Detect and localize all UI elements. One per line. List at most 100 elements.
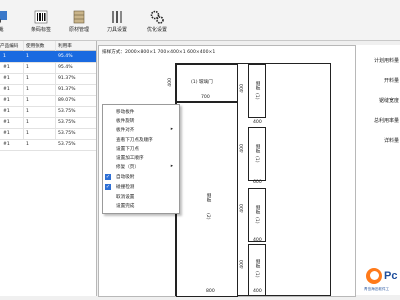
- cut-label: 裁: [0, 27, 4, 33]
- table-row[interactable]: #1 1 53.75%: [0, 139, 96, 151]
- dimension-label: 400: [253, 120, 262, 125]
- dimension-label: 400: [168, 78, 173, 87]
- row-code: #1: [3, 142, 10, 147]
- row-count: 1: [26, 87, 29, 92]
- submenu-arrow-icon: ▸: [170, 127, 173, 132]
- menu-item-auto-snap[interactable]: ✓ 自动吸附: [103, 172, 179, 182]
- menu-item-repair-page[interactable]: 修复（页） ▸: [103, 162, 179, 172]
- layout-scheme-text: 排样方式：2000×800×1 700×400×1 600×400×1: [102, 50, 216, 55]
- row-rate: 53.75%: [58, 131, 76, 136]
- barcode-icon: [34, 10, 48, 24]
- scissors-icon: [0, 11, 7, 24]
- row-code: #1: [3, 131, 10, 136]
- row-rate: 53.75%: [58, 109, 76, 114]
- row-code: #1: [3, 98, 10, 103]
- dimension-label: 800: [206, 289, 215, 294]
- cut-material-label: 开料量: [383, 78, 399, 84]
- piece-number: (1): [254, 271, 259, 278]
- row-count: 1: [26, 142, 29, 147]
- piece-small[interactable]: 侧板 (1): [248, 188, 266, 242]
- barcode-label-text: 条码标签: [30, 27, 51, 33]
- menu-item-label: 查看下刀点及顺序: [116, 138, 153, 143]
- menu-item-label: 碰撞检测: [116, 185, 135, 190]
- menu-item-label: 设置加工顺序: [116, 156, 144, 161]
- row-code: 1: [3, 54, 6, 59]
- cut-button[interactable]: 裁: [0, 10, 18, 36]
- piece-number: (1): [254, 156, 259, 163]
- tool-settings-label: 刀具设置: [106, 27, 127, 33]
- logo-mark-inner: [370, 271, 379, 280]
- total-utilization-label: 总利用率量: [373, 118, 399, 124]
- row-code: #1: [3, 76, 10, 81]
- logo-subtitle: 青岛海迅软件工: [364, 287, 390, 291]
- row-rate: 95.4%: [58, 54, 73, 59]
- piece-label: 侧板: [255, 259, 260, 269]
- menu-item-label: 板件旋转: [116, 119, 135, 124]
- barcode-label-button[interactable]: 条码标签: [24, 10, 58, 36]
- row-rate: 95.4%: [58, 65, 73, 70]
- dimension-label: 400: [240, 144, 245, 153]
- gears-icon: [150, 10, 164, 24]
- piece-number: (1): [254, 217, 259, 224]
- piece-label: 侧板: [255, 81, 260, 91]
- submenu-arrow-icon: ▸: [170, 164, 173, 169]
- row-count: 1: [26, 131, 29, 136]
- menu-item-align-piece[interactable]: 板件对齐 ▸: [103, 125, 179, 135]
- dimension-label: 400: [240, 260, 245, 269]
- logo-brand-text: Pc: [384, 270, 398, 282]
- row-code: #1: [3, 65, 10, 70]
- piece-label: (1) 玻璃门: [191, 80, 213, 85]
- piece-label: 侧板: [255, 144, 260, 154]
- row-count: 1: [26, 120, 29, 125]
- piece-label: 侧板: [255, 205, 260, 215]
- row-rate: 53.75%: [58, 142, 76, 147]
- table-header: 产品编码 使用张数 利用率: [0, 41, 96, 51]
- row-count: 1: [26, 109, 29, 114]
- header-rate[interactable]: 利用率: [58, 43, 72, 49]
- checkmark-icon: ✓: [105, 174, 111, 180]
- menu-item-label: 设置完成: [116, 204, 135, 209]
- company-logo: Pc 青岛海迅软件工: [362, 268, 400, 298]
- dimension-label: 700: [201, 95, 210, 100]
- piece-small[interactable]: 侧板 (1): [248, 64, 266, 118]
- drill-bits-icon: [112, 11, 122, 23]
- row-rate: 91.37%: [58, 76, 76, 81]
- piece-number: (2): [205, 213, 210, 220]
- dimension-label: 600: [253, 180, 262, 185]
- dimension-label: 400: [253, 289, 262, 294]
- statistics-panel: 计划用料量 开料量 锯缝宽度 总利用率量 详料量: [355, 45, 400, 295]
- row-count: 1: [26, 76, 29, 81]
- optimize-settings-button[interactable]: 优化设置: [140, 10, 174, 36]
- header-code[interactable]: 产品编码: [0, 43, 18, 49]
- row-rate: 91.37%: [58, 87, 76, 92]
- menu-item-finish-settings[interactable]: 设置完成: [103, 201, 179, 211]
- material-stack-icon: [73, 10, 85, 24]
- tool-settings-button[interactable]: 刀具设置: [100, 10, 134, 36]
- context-menu: 移动板件 板件旋转 板件对齐 ▸ 查看下刀点及顺序 设置下刀点 设置加工顺序 修…: [102, 104, 180, 214]
- piece-label: 侧板: [206, 193, 211, 203]
- piece-side-panel[interactable]: 侧板 (2): [176, 102, 238, 297]
- detail-material-label: 详料量: [383, 138, 399, 144]
- row-rate: 53.75%: [58, 120, 76, 125]
- sheet-board[interactable]: (1) 玻璃门 侧板 (2) 侧板 (1) 侧板 (1) 侧板 (1) 侧板 (…: [168, 63, 331, 297]
- dimension-label: 400: [253, 238, 262, 243]
- menu-item-label: 设置下刀点: [116, 147, 139, 152]
- dimension-label: 400: [240, 84, 245, 93]
- planned-material-label: 计划用料量: [373, 58, 399, 64]
- row-code: #1: [3, 87, 10, 92]
- menu-item-collision-check[interactable]: ✓ 碰撞检测: [103, 182, 179, 192]
- material-management-button[interactable]: 原材管理: [62, 10, 96, 36]
- row-count: 1: [26, 65, 29, 70]
- piece-small[interactable]: 侧板 (1): [248, 127, 266, 181]
- menu-item-label: 自动吸附: [116, 175, 135, 180]
- piece-number: (1): [254, 93, 259, 100]
- menu-item-label: 修复（页）: [116, 165, 139, 170]
- row-code: #1: [3, 120, 10, 125]
- toolbar: 裁 条码标签 原材管理 刀具设置 优化设置: [0, 0, 400, 41]
- menu-item-label: 板件对齐: [116, 128, 135, 133]
- kerf-width-label: 锯缝宽度: [378, 98, 399, 104]
- row-count: 1: [26, 98, 29, 103]
- result-table: 产品编码 使用张数 利用率 1 1 95.4% #1 1 95.4% #1 1 …: [0, 41, 97, 296]
- header-count[interactable]: 使用张数: [26, 43, 44, 49]
- optimize-settings-label: 优化设置: [146, 27, 167, 33]
